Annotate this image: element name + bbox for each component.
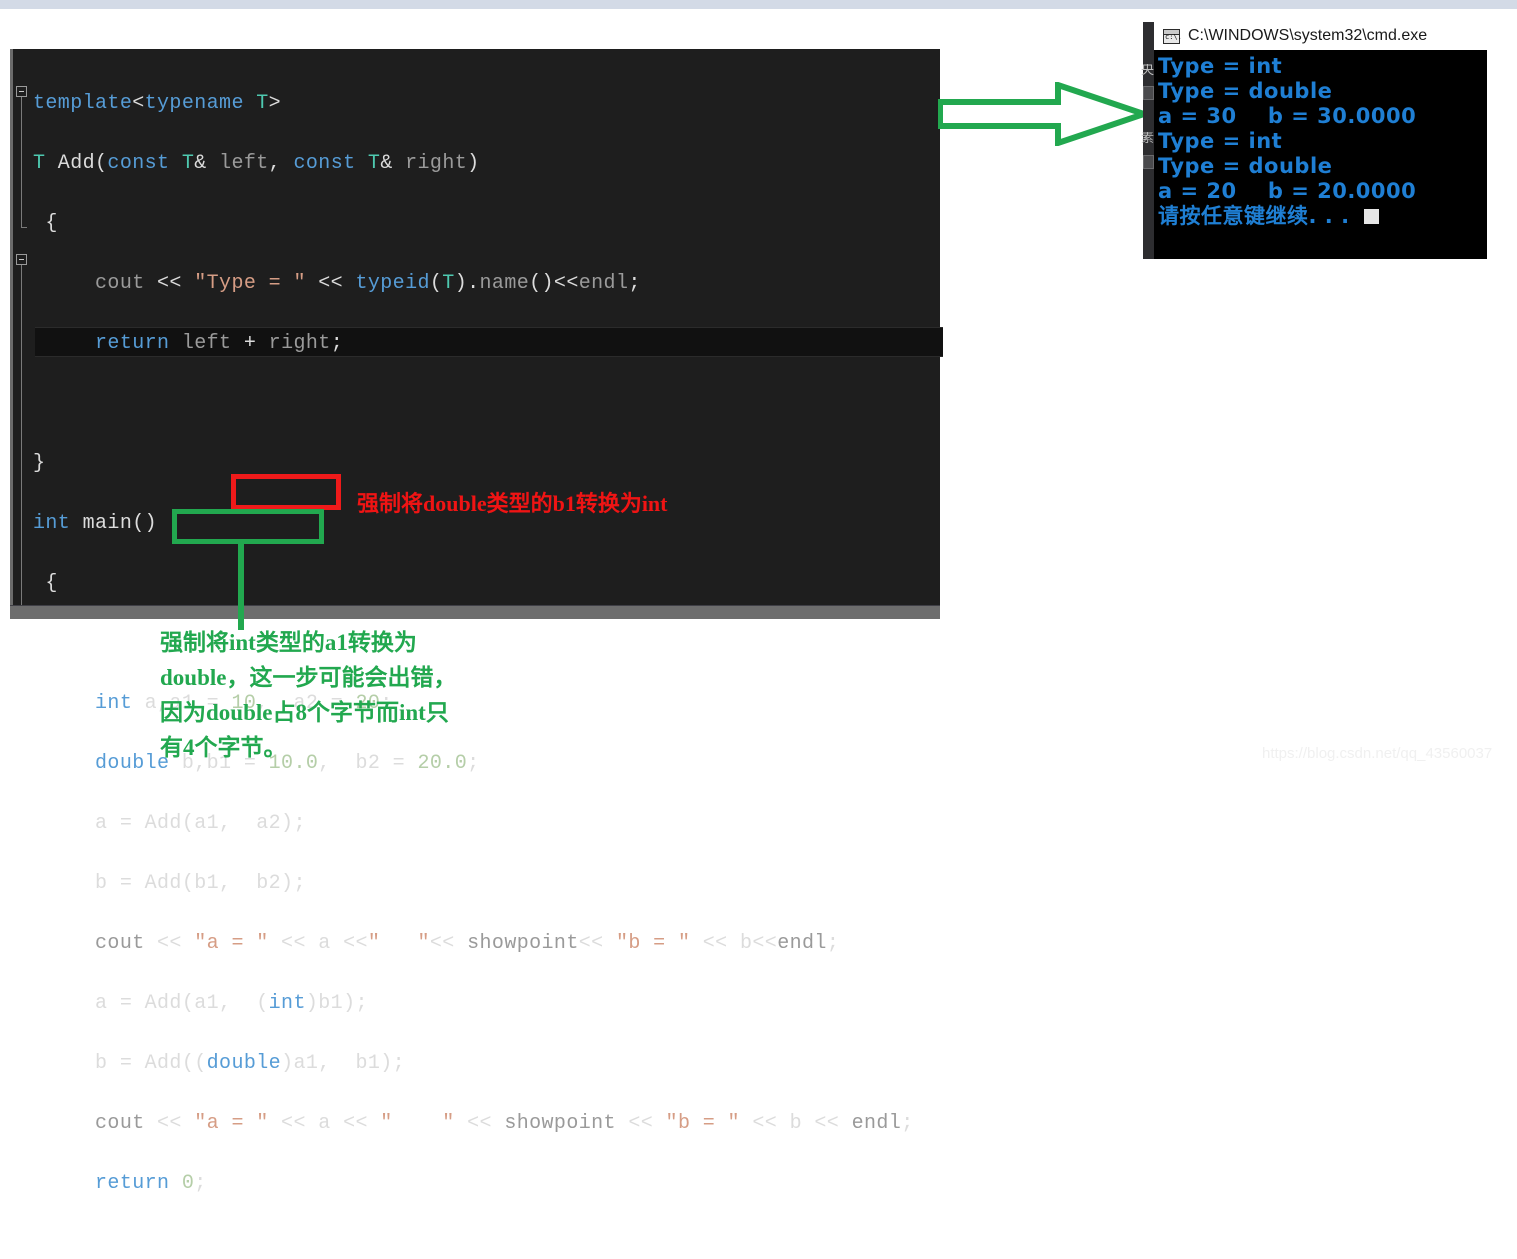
cast-to-int-highlight-box xyxy=(231,474,341,510)
code-line: cout << "a = " << a << " " << showpoint … xyxy=(95,1112,914,1135)
console-output: Type = int Type = double a = 30 b = 30.0… xyxy=(1154,50,1487,259)
console-line: a = 30 b = 30.0000 xyxy=(1158,104,1417,128)
console-line: Type = double xyxy=(1158,79,1333,103)
code-line: return 0; xyxy=(95,1172,207,1195)
page-top-bar xyxy=(0,0,1517,9)
bg-text-fragment: 素 xyxy=(1141,132,1154,145)
console-line: 请按任意键继续. . . xyxy=(1158,204,1487,229)
code-editor[interactable]: template<typename T> T Add(const T& left… xyxy=(10,49,943,1195)
cmd-icon xyxy=(1163,28,1182,44)
fold-region-foot xyxy=(21,227,27,228)
console-line: Type = int xyxy=(1158,129,1283,153)
console-line: a = 20 b = 20.0000 xyxy=(1158,179,1417,203)
watermark: https://blog.csdn.net/qq_43560037 xyxy=(1262,745,1493,762)
background-window-strip: 央 素 xyxy=(1141,22,1154,259)
code-line: T Add(const T& left, const T& right) xyxy=(33,152,480,175)
code-line: { xyxy=(33,212,58,235)
console-prompt-text: 请按任意键继续. . . xyxy=(1158,204,1350,228)
console-line: Type = int xyxy=(1158,54,1283,78)
code-line: return left + right; xyxy=(95,332,344,355)
code-line: { xyxy=(33,572,58,595)
code-line: cout << "Type = " << typeid(T).name()<<e… xyxy=(95,272,641,295)
green-annotation-text: 强制将int类型的a1转换为 double，这一步可能会出错， 因为double… xyxy=(160,630,457,760)
red-annotation-text: 强制将double类型的b1转换为int xyxy=(357,491,668,516)
code-line: } xyxy=(33,452,46,475)
callout-connector-line xyxy=(238,540,244,630)
code-line: cout << "a = " << a <<" "<< showpoint<< … xyxy=(95,932,840,955)
console-cursor xyxy=(1363,209,1379,224)
fold-toggle-icon[interactable] xyxy=(16,254,27,265)
code-line: b = Add(b1, b2); xyxy=(33,872,306,895)
cast-to-double-highlight-box xyxy=(172,509,324,544)
console-line: Type = double xyxy=(1158,154,1333,178)
editor-gutter[interactable] xyxy=(13,49,33,614)
code-line: template<typename T> xyxy=(33,92,282,115)
green-right-arrow-icon xyxy=(938,82,1148,146)
fold-toggle-icon[interactable] xyxy=(16,86,27,97)
bg-tile xyxy=(1143,86,1154,100)
code-line: a = Add(a1, a2); xyxy=(33,812,306,835)
cmd-console-window[interactable]: 央 素 C:\WINDOWS\system32\cmd.exe Type = i… xyxy=(1141,22,1487,259)
console-title-text: C:\WINDOWS\system32\cmd.exe xyxy=(1188,27,1428,44)
fold-region-line xyxy=(21,265,22,605)
bg-text-fragment: 央 xyxy=(1141,64,1154,77)
code-line: a = Add(a1, (int)b1); xyxy=(33,992,368,1015)
fold-region-line xyxy=(21,97,22,227)
bg-tile xyxy=(1143,155,1154,169)
code-line: b = Add((double)a1, b1); xyxy=(33,1052,406,1075)
editor-horizontal-scrollbar[interactable] xyxy=(10,605,940,619)
console-title-bar[interactable]: C:\WINDOWS\system32\cmd.exe xyxy=(1154,22,1487,50)
